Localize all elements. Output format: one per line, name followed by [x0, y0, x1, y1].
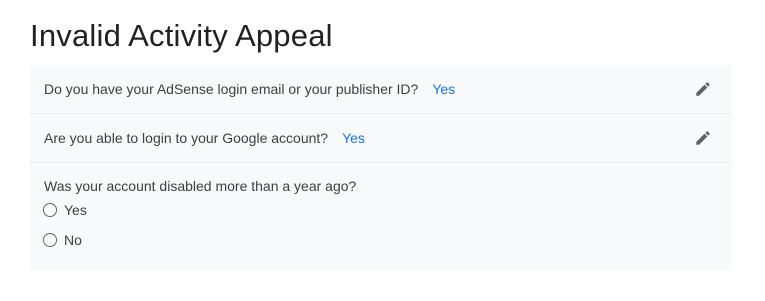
pencil-icon: [696, 131, 710, 145]
page-title: Invalid Activity Appeal: [30, 18, 333, 53]
question-row-google-login: Are you able to login to your Google acc…: [30, 114, 732, 162]
question-text: Are you able to login to your Google acc…: [44, 130, 329, 146]
radio-button[interactable]: [43, 233, 57, 247]
radio-option-no[interactable]: No: [43, 232, 82, 248]
edit-answer-button[interactable]: [692, 127, 714, 149]
radio-button[interactable]: [43, 203, 57, 217]
question-text: Was your account disabled more than a ye…: [44, 178, 357, 194]
pencil-icon: [696, 82, 710, 96]
question-text: Do you have your AdSense login email or …: [44, 81, 419, 97]
answer-value: Yes: [342, 130, 365, 146]
edit-answer-button[interactable]: [692, 78, 714, 100]
answer-value: Yes: [432, 81, 456, 97]
radio-option-yes[interactable]: Yes: [43, 202, 87, 218]
appeal-questions-panel: Do you have your AdSense login email or …: [30, 65, 732, 270]
radio-label: No: [64, 232, 82, 248]
question-row-login-email: Do you have your AdSense login email or …: [30, 65, 732, 113]
divider: [30, 162, 732, 163]
radio-label: Yes: [64, 202, 87, 218]
